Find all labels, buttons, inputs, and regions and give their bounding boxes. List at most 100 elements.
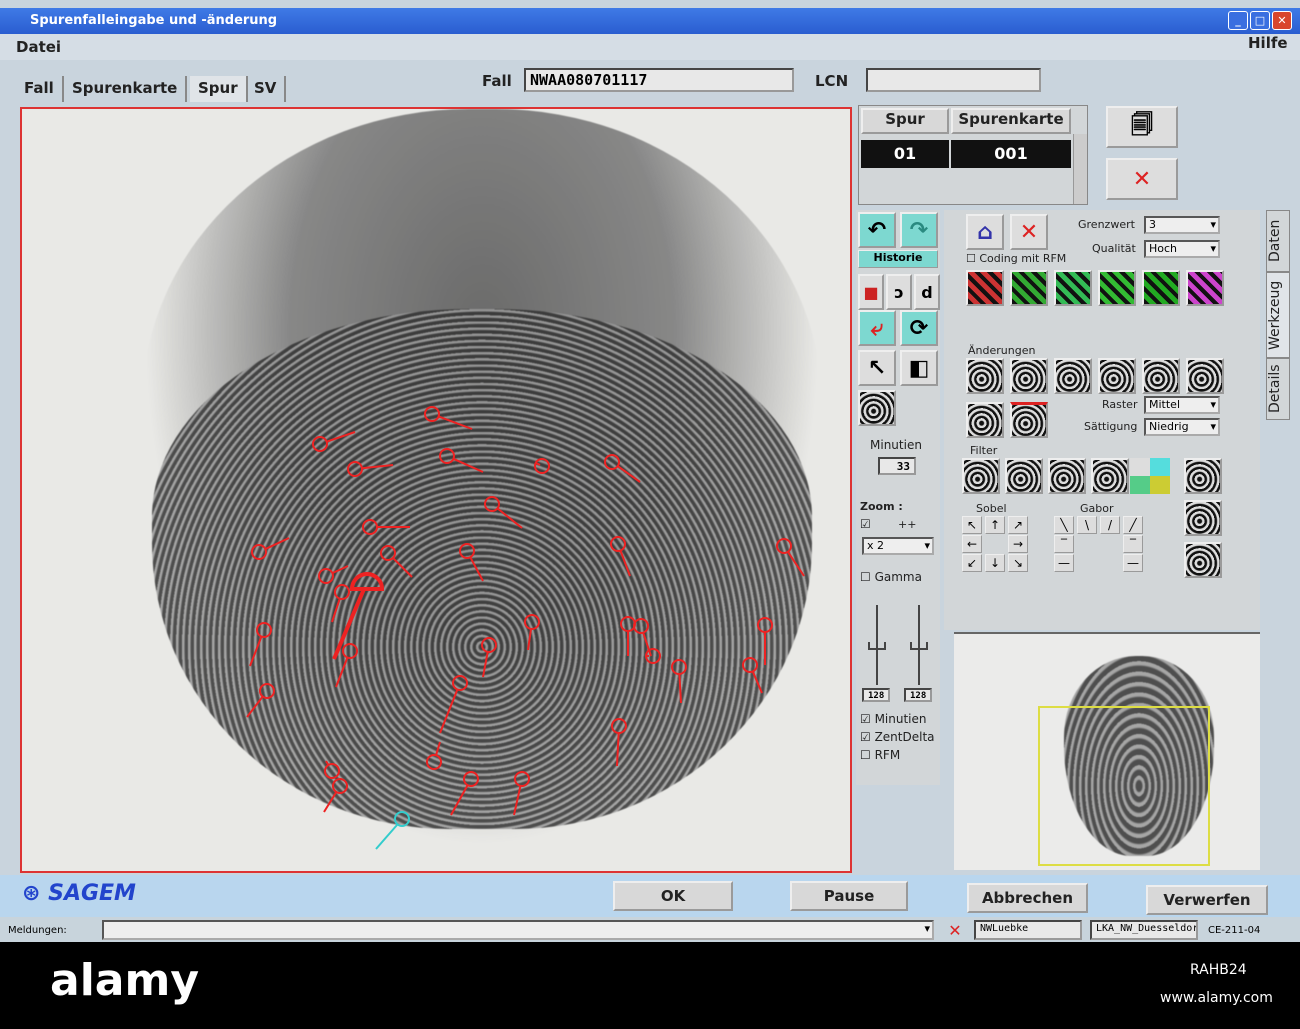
minutia-marker[interactable] [424,406,473,430]
minutia-marker[interactable] [776,538,805,577]
ridge-edit-tool-icon[interactable] [1010,358,1048,394]
raster-fingerprint-icon[interactable] [966,402,1004,438]
slider-1-thumb[interactable] [868,642,886,650]
minutia-marker[interactable] [439,448,484,473]
raster-select[interactable]: Mittel [1144,396,1220,414]
menu-datei[interactable]: Datei [16,38,61,56]
minutia-marker[interactable] [246,683,275,718]
meldungen-select[interactable] [102,920,934,940]
minutiae-overlay[interactable] [22,109,852,873]
grenzwert-stepper[interactable]: 3 [1144,216,1220,234]
tab-spurenkarte[interactable]: Spurenkarte [64,76,188,102]
ridge-edit-tool-icon[interactable] [966,358,1004,394]
minutia-edit-tool-icon[interactable] [1054,270,1092,306]
minutia-marker[interactable] [380,545,413,578]
minutia-marker[interactable] [251,537,290,560]
minutia-marker[interactable] [249,622,272,667]
coding-delete-icon[interactable]: ✕ [1010,214,1048,250]
zentdelta-checkbox[interactable]: ☑ ZentDelta [860,730,935,744]
minutia-marker[interactable] [645,648,661,664]
flip-left-icon[interactable]: ɔ [886,274,912,310]
minutia-marker[interactable] [513,771,530,816]
sobel-direction-button[interactable]: ↙ [962,554,982,572]
refresh-icon[interactable]: ⟳ [900,310,938,346]
filter-tool-icon[interactable] [1005,458,1043,494]
zoom-select[interactable]: x 2 [862,537,934,555]
gabor-orientation-button[interactable]: — [1123,554,1143,572]
ridge-edit-tool-icon[interactable] [1054,358,1092,394]
saettigung-select[interactable]: Niedrig [1144,418,1220,436]
gamma-checkbox[interactable]: ☐ Gamma [860,570,922,584]
gabor-orientation-button[interactable]: ╱ [1123,516,1143,534]
coding-icon[interactable]: ⌂ [966,214,1004,250]
close-button[interactable]: ✕ [1272,11,1292,30]
filter-tool-icon[interactable] [962,458,1000,494]
filter-fingerprint-icon-1[interactable] [1184,458,1222,494]
viewport-rectangle[interactable] [1038,706,1210,866]
ridge-edit-tool-icon[interactable] [1186,358,1224,394]
redo-icon[interactable]: ↷ [900,212,938,248]
abbrechen-button[interactable]: Abbrechen [967,883,1088,913]
copy-window-icon[interactable]: ◧ [900,350,938,386]
ok-button[interactable]: OK [613,881,733,911]
tab-sv[interactable]: SV [246,76,287,102]
minutia-marker[interactable] [610,536,631,577]
menu-hilfe[interactable]: Hilfe [1248,34,1288,52]
tab-fall[interactable]: Fall [16,76,64,102]
fingerprint-image-area[interactable] [20,107,852,873]
pause-button[interactable]: Pause [790,881,908,911]
minutia-marker[interactable] [484,496,523,529]
minutia-marker[interactable] [611,718,627,767]
minutia-marker[interactable] [450,771,479,816]
minutia-edit-tool-icon[interactable] [1010,270,1048,306]
tab-werkzeug[interactable]: Werkzeug [1266,272,1290,358]
minutia-marker[interactable] [742,657,763,694]
filter-tool-icon[interactable] [1048,458,1086,494]
qualitaet-select[interactable]: Hoch [1144,240,1220,258]
gabor-orientation-button[interactable]: ‾ [1123,535,1143,553]
fall-field[interactable]: NWAA080701117 [524,68,794,92]
maximize-button[interactable]: □ [1250,11,1270,30]
coding-rfm-checkbox[interactable]: ☐ Coding mit RFM [966,252,1066,265]
sobel-direction-button[interactable]: → [1008,535,1028,553]
minutien-checkbox[interactable]: ☑ Minutien [860,712,927,726]
sobel-direction-button[interactable]: ↑ [985,516,1005,534]
tab-daten[interactable]: Daten [1266,210,1290,272]
cell-spur[interactable]: 01 [861,140,949,168]
minutia-marker[interactable] [426,741,442,770]
delta-marker[interactable] [375,811,410,850]
filter-tool-icon[interactable] [1091,458,1129,494]
minutia-marker[interactable] [331,584,350,623]
clear-messages-icon[interactable]: ✕ [944,921,966,940]
curve-fingerprint-icon[interactable] [1010,402,1048,438]
gabor-orientation-button[interactable]: \ [1077,516,1097,534]
minutia-edit-tool-icon[interactable] [966,270,1004,306]
delete-icon[interactable]: ✕ [1106,158,1178,200]
minutia-marker[interactable] [671,659,687,704]
minimize-button[interactable]: _ [1228,11,1248,30]
overview-thumbnail[interactable] [954,632,1260,870]
minutia-marker[interactable] [534,458,550,474]
historie-button[interactable]: Historie [858,250,938,268]
ridge-edit-tool-icon[interactable] [1098,358,1136,394]
gabor-orientation-button[interactable]: ‾ [1054,535,1074,553]
gabor-orientation-button[interactable]: / [1100,516,1120,534]
minutia-marker[interactable] [757,617,773,665]
column-header-spur[interactable]: Spur [861,108,949,134]
cell-spurenkarte[interactable]: 001 [951,140,1071,168]
undo-icon[interactable]: ↶ [858,212,896,248]
sobel-direction-button[interactable]: ← [962,535,982,553]
pointer-icon[interactable]: ↖ [858,350,896,386]
minutia-marker[interactable] [323,778,348,813]
zoom-checkbox[interactable]: ☑ [860,517,871,531]
sobel-direction-button[interactable]: ↖ [962,516,982,534]
minutia-marker[interactable] [312,431,356,452]
minutia-marker[interactable] [347,461,394,477]
lcn-field[interactable] [866,68,1041,92]
rfm-checkbox[interactable]: ☐ RFM [860,748,900,762]
slider-2-thumb[interactable] [910,642,928,650]
verwerfen-button[interactable]: Verwerfen [1146,885,1268,915]
minutia-marker[interactable] [524,614,540,651]
fingerprint-copy-icon[interactable]: 🗐 [1106,106,1178,148]
color-picker[interactable] [1130,458,1170,494]
